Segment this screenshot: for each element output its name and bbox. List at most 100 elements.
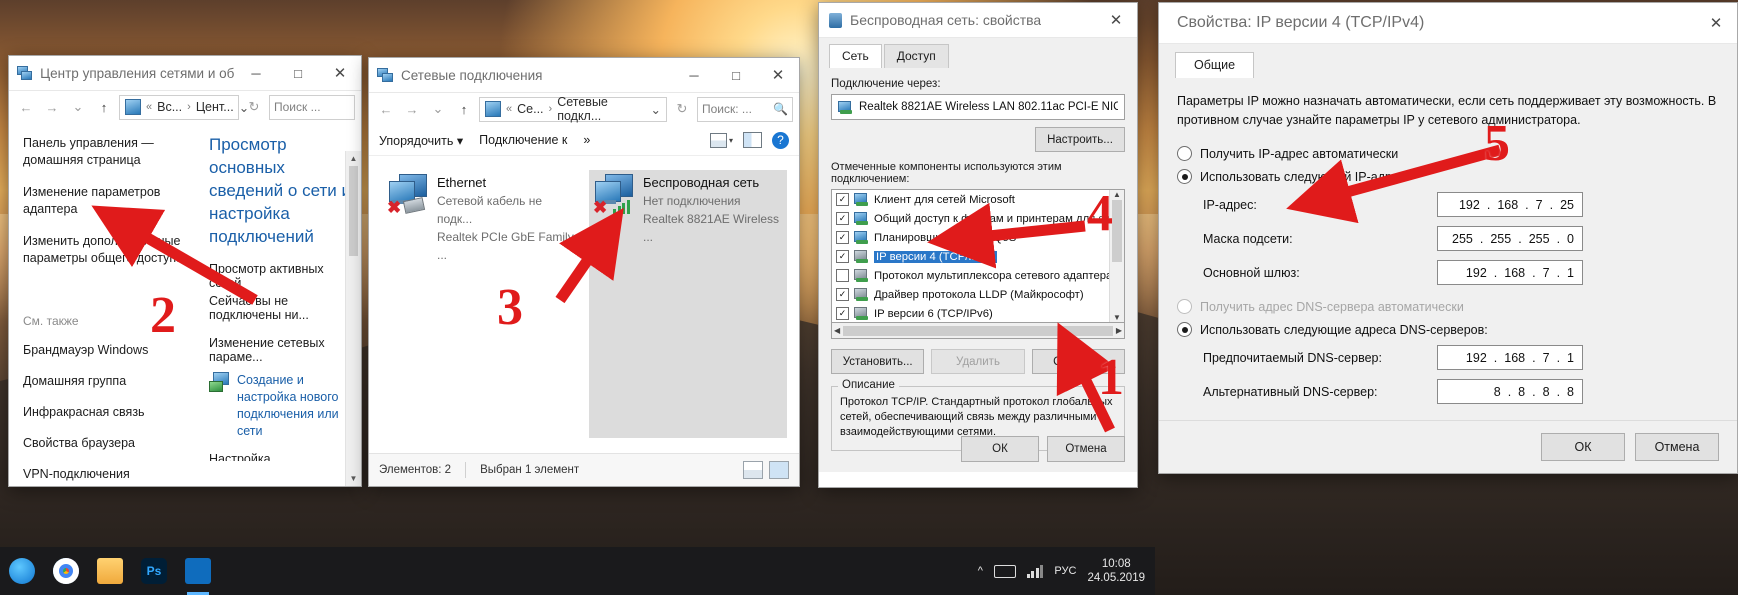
component-checkbox[interactable]: ✓ bbox=[836, 250, 849, 263]
nav-change-sharing-settings[interactable]: Изменить дополнительные параметры общего… bbox=[23, 233, 193, 267]
win1-vertical-scrollbar[interactable]: ▲ ▼ bbox=[345, 151, 361, 486]
tcpipv4-properties-dialog[interactable]: Свойства: IP версии 4 (TCP/IPv4) ✕ Общие… bbox=[1158, 2, 1738, 474]
create-new-connection-link[interactable]: Создание и настройка нового подключения … bbox=[237, 372, 355, 440]
component-row[interactable]: ✓ Планировщик пакетов QoS bbox=[832, 228, 1124, 247]
win2-breadcrumb-dropdown-icon[interactable]: ⌄ bbox=[651, 102, 661, 117]
connection-item-wireless[interactable]: ✖ Беспроводная сеть Нет подключения Real… bbox=[589, 170, 787, 438]
start-button[interactable] bbox=[0, 547, 44, 595]
connection-item-ethernet[interactable]: ✖ Ethernet Сетевой кабель не подк... Rea… bbox=[383, 170, 581, 438]
win4-tab-strip[interactable]: Общие bbox=[1159, 44, 1737, 78]
win2-back-button[interactable]: ← bbox=[375, 98, 397, 120]
win1-back-button[interactable]: ← bbox=[15, 96, 37, 118]
win2-close-button[interactable]: ✕ bbox=[757, 58, 799, 92]
preferred-dns-input[interactable]: 192 . 168 . 7 . 1 bbox=[1437, 345, 1583, 370]
component-row[interactable]: Протокол мультиплексора сетевого адаптер… bbox=[832, 266, 1124, 285]
win1-address-bar[interactable]: ← → ⌄ ↑ « Вс... › Цент... ⌄ ↻ Поиск ... bbox=[9, 91, 361, 123]
win4-ok-button[interactable]: ОК bbox=[1541, 433, 1625, 461]
default-gateway-input[interactable]: 192 . 168 . 7 . 1 bbox=[1437, 260, 1583, 285]
taskbar-active-window-button[interactable] bbox=[176, 547, 220, 595]
win1-breadcrumb[interactable]: « Вс... › Цент... ⌄ bbox=[119, 94, 249, 120]
breadcrumb-item-2[interactable]: Цент... bbox=[196, 100, 234, 114]
win3-close-button[interactable]: ✕ bbox=[1095, 3, 1137, 37]
language-indicator[interactable]: РУС bbox=[1054, 565, 1076, 577]
win1-scroll-down-arrow[interactable]: ▼ bbox=[346, 471, 361, 486]
component-row[interactable]: ✓ Драйвер протокола LLDP (Майкрософт) bbox=[832, 285, 1124, 304]
win2-maximize-button[interactable]: □ bbox=[715, 58, 757, 92]
win2-minimize-button[interactable]: ─ bbox=[673, 58, 715, 92]
component-checkbox[interactable]: ✓ bbox=[836, 231, 849, 244]
obtain-ip-automatically-radio[interactable]: Получить IP-адрес автоматически bbox=[1177, 146, 1719, 161]
win2-breadcrumb-item-1[interactable]: Се... bbox=[517, 102, 543, 116]
hscroll-thumb[interactable] bbox=[843, 325, 1113, 336]
win2-caption-buttons[interactable]: ─ □ ✕ bbox=[673, 58, 799, 92]
clock[interactable]: 10:08 24.05.2019 bbox=[1087, 557, 1145, 585]
tab-sharing[interactable]: Доступ bbox=[883, 44, 949, 68]
win1-minimize-button[interactable]: ─ bbox=[235, 56, 277, 90]
see-also-infrared[interactable]: Инфракрасная связь bbox=[23, 404, 193, 421]
hscroll-left-arrow[interactable]: ◀ bbox=[834, 326, 840, 335]
more-commands-button[interactable]: » bbox=[583, 133, 590, 147]
win3-ok-button[interactable]: ОК bbox=[961, 436, 1039, 462]
win2-recent-locations-button[interactable]: ⌄ bbox=[427, 98, 449, 120]
win2-search-input[interactable]: Поиск: ... 🔍 bbox=[697, 96, 793, 122]
win1-forward-button[interactable]: → bbox=[41, 96, 63, 118]
battery-icon[interactable] bbox=[993, 564, 1016, 578]
taskbar-explorer-button[interactable] bbox=[88, 547, 132, 595]
win4-close-button[interactable]: ✕ bbox=[1695, 3, 1737, 43]
component-checkbox[interactable]: ✓ bbox=[836, 212, 849, 225]
preview-pane-icon[interactable] bbox=[743, 132, 762, 148]
win1-titlebar[interactable]: Центр управления сетями и об... ─ □ ✕ bbox=[9, 56, 361, 91]
nav-control-panel-home[interactable]: Панель управления — домашняя страница bbox=[23, 135, 193, 169]
win4-footer[interactable]: ОК Отмена bbox=[1159, 420, 1737, 473]
win1-close-button[interactable]: ✕ bbox=[319, 56, 361, 90]
win3-cancel-button[interactable]: Отмена bbox=[1047, 436, 1125, 462]
tab-general[interactable]: Общие bbox=[1175, 52, 1255, 78]
component-row[interactable]: ✓ IP версии 6 (TCP/IPv6) bbox=[832, 304, 1124, 322]
breadcrumb-item-1[interactable]: Вс... bbox=[157, 100, 182, 114]
component-row[interactable]: ✓ Клиент для сетей Microsoft bbox=[832, 190, 1124, 209]
component-row[interactable]: ✓ Общий доступ к файлам и принтерам для … bbox=[832, 209, 1124, 228]
win4-cancel-button[interactable]: Отмена bbox=[1635, 433, 1719, 461]
components-listbox[interactable]: ✓ Клиент для сетей Microsoft ✓ Общий дос… bbox=[831, 189, 1125, 323]
win1-caption-buttons[interactable]: ─ □ ✕ bbox=[235, 56, 361, 90]
component-checkbox[interactable]: ✓ bbox=[836, 288, 849, 301]
taskbar-photoshop-button[interactable]: Ps bbox=[132, 547, 176, 595]
taskbar-chrome-button[interactable] bbox=[44, 547, 88, 595]
win2-breadcrumb[interactable]: « Се... › Сетевые подкл... ⌄ bbox=[479, 95, 667, 123]
component-row-tcpipv4[interactable]: ✓ IP версии 4 (TCP/IPv4) bbox=[832, 247, 1124, 266]
win2-address-bar[interactable]: ← → ⌄ ↑ « Се... › Сетевые подкл... ⌄ ↻ П… bbox=[369, 93, 799, 125]
install-button[interactable]: Установить... bbox=[831, 349, 925, 374]
details-view-button[interactable] bbox=[743, 461, 763, 479]
win1-recent-locations-button[interactable]: ⌄ bbox=[67, 96, 89, 118]
components-scroll-thumb[interactable] bbox=[1112, 200, 1122, 262]
win2-command-bar[interactable]: Упорядочить ▾ Подключение к » ▾ ? bbox=[369, 125, 799, 156]
view-options-icon[interactable]: ▾ bbox=[709, 132, 733, 148]
use-following-dns-radio[interactable]: Использовать следующие адреса DNS-сервер… bbox=[1177, 322, 1719, 337]
tiles-view-button[interactable] bbox=[769, 461, 789, 479]
see-also-internet-options[interactable]: Свойства браузера bbox=[23, 435, 193, 452]
view-toggle-buttons[interactable] bbox=[743, 461, 789, 479]
organize-menu[interactable]: Упорядочить ▾ bbox=[379, 133, 463, 148]
component-checkbox[interactable] bbox=[836, 269, 849, 282]
help-icon[interactable]: ? bbox=[772, 131, 789, 149]
win2-refresh-button[interactable]: ↻ bbox=[671, 98, 693, 120]
nav-change-adapter-settings[interactable]: Изменение параметров адаптера bbox=[23, 184, 193, 218]
network-sharing-center-window[interactable]: Центр управления сетями и об... ─ □ ✕ ← … bbox=[8, 55, 362, 487]
components-scroll-down[interactable]: ▼ bbox=[1110, 313, 1124, 322]
connect-to-menu[interactable]: Подключение к bbox=[479, 133, 567, 147]
components-horizontal-scrollbar[interactable]: ◀ ▶ bbox=[831, 323, 1125, 339]
win4-titlebar[interactable]: Свойства: IP версии 4 (TCP/IPv4) ✕ bbox=[1159, 3, 1737, 44]
subnet-mask-input[interactable]: 255 . 255 . 255 . 0 bbox=[1437, 226, 1583, 251]
win3-titlebar[interactable]: Беспроводная сеть: свойства ✕ bbox=[819, 3, 1137, 38]
network-connections-window[interactable]: Сетевые подключения ─ □ ✕ ← → ⌄ ↑ « Се..… bbox=[368, 57, 800, 487]
win1-maximize-button[interactable]: □ bbox=[277, 56, 319, 90]
win1-up-button[interactable]: ↑ bbox=[93, 96, 115, 118]
see-also-homegroup[interactable]: Домашняя группа bbox=[23, 373, 193, 390]
win2-breadcrumb-item-2[interactable]: Сетевые подкл... bbox=[557, 95, 645, 123]
use-following-ip-radio[interactable]: Использовать следующий IP-адрес: bbox=[1177, 169, 1719, 184]
network-icon[interactable] bbox=[1026, 564, 1044, 578]
alternate-dns-input[interactable]: 8 . 8 . 8 . 8 bbox=[1437, 379, 1583, 404]
win1-scroll-up-arrow[interactable]: ▲ bbox=[346, 151, 361, 166]
win2-up-button[interactable]: ↑ bbox=[453, 98, 475, 120]
win1-search-input[interactable]: Поиск ... bbox=[269, 94, 355, 120]
